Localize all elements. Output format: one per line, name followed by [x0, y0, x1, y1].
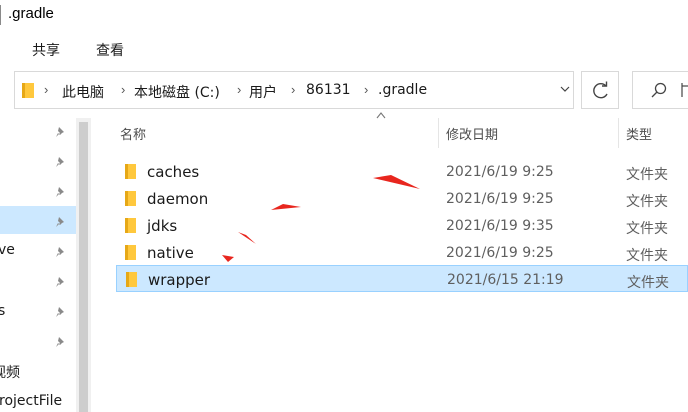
- pin-icon[interactable]: [55, 216, 67, 228]
- breadcrumb-separator[interactable]: ›: [121, 82, 125, 97]
- file-name[interactable]: caches: [147, 163, 199, 181]
- pin-icon[interactable]: [55, 186, 67, 198]
- tab-view[interactable]: 查看: [96, 40, 124, 60]
- folder-icon: [125, 218, 136, 233]
- nav-scrollbar[interactable]: [76, 118, 91, 412]
- file-modified: 2021/6/19 9:25: [446, 164, 554, 180]
- chevron-down-icon[interactable]: [560, 82, 570, 96]
- sort-ascending-icon: [376, 110, 386, 122]
- refresh-icon: [593, 81, 608, 99]
- navigation-pane: ve s 视频 rojectFile: [0, 118, 76, 412]
- breadcrumb-separator[interactable]: ›: [291, 82, 295, 97]
- file-type: 文件夹: [626, 221, 668, 237]
- breadcrumb-user[interactable]: 86131: [306, 82, 351, 98]
- address-bar[interactable]: › 此电脑 › 本地磁盘 (C:) › 用户 › 86131 › .gradle: [14, 71, 574, 109]
- nav-item[interactable]: ve: [0, 242, 15, 258]
- file-modified: 2021/6/19 9:25: [446, 191, 554, 207]
- pin-icon[interactable]: [55, 276, 67, 288]
- file-name[interactable]: daemon: [147, 190, 208, 208]
- tab-share[interactable]: 共享: [32, 40, 60, 60]
- folder-icon: [125, 245, 136, 260]
- file-row[interactable]: daemon 2021/6/19 9:25 文件夹: [116, 185, 688, 212]
- refresh-button[interactable]: [581, 71, 619, 109]
- file-name[interactable]: jdks: [147, 217, 177, 235]
- file-modified: 2021/6/15 21:19: [447, 272, 564, 288]
- breadcrumb-local-disk[interactable]: 本地磁盘 (C:): [134, 82, 220, 102]
- file-type: 文件夹: [626, 248, 668, 264]
- breadcrumb-users[interactable]: 用户: [249, 82, 277, 102]
- file-type: 文件夹: [627, 275, 669, 291]
- nav-item[interactable]: s: [0, 303, 5, 319]
- file-modified: 2021/6/19 9:35: [446, 218, 554, 234]
- pin-icon[interactable]: [55, 306, 67, 318]
- file-type: 文件夹: [626, 167, 668, 183]
- file-modified: 2021/6/19 9:25: [446, 245, 554, 261]
- breadcrumb-current[interactable]: .gradle: [378, 82, 427, 98]
- file-type: 文件夹: [626, 194, 668, 210]
- pin-icon[interactable]: [55, 126, 67, 138]
- pin-icon[interactable]: [55, 336, 67, 348]
- column-type[interactable]: 类型: [626, 124, 652, 143]
- ribbon: 共享 查看: [0, 34, 688, 64]
- file-row[interactable]: caches 2021/6/19 9:25 文件夹: [116, 158, 688, 185]
- column-modified[interactable]: 修改日期: [446, 124, 498, 143]
- title-separator: [0, 5, 1, 25]
- file-row-selected[interactable]: wrapper 2021/6/15 21:19 文件夹: [116, 265, 688, 292]
- breadcrumb-separator[interactable]: ›: [364, 82, 368, 97]
- file-name[interactable]: native: [147, 244, 194, 262]
- breadcrumb-separator[interactable]: ›: [237, 82, 241, 97]
- folder-icon: [22, 83, 34, 98]
- pin-icon[interactable]: [55, 246, 67, 258]
- search-icon: [651, 82, 667, 98]
- folder-icon: [125, 191, 136, 206]
- column-divider[interactable]: [618, 118, 619, 148]
- nav-scrollbar-thumb[interactable]: [79, 122, 88, 412]
- file-name[interactable]: wrapper: [148, 271, 210, 289]
- nav-item[interactable]: rojectFile: [0, 393, 62, 409]
- breadcrumb-separator: ›: [44, 82, 49, 97]
- search-box[interactable]: [632, 71, 688, 109]
- column-header: 名称 修改日期 类型: [108, 112, 688, 148]
- folder-icon: [126, 272, 137, 287]
- nav-item-videos[interactable]: 视频: [0, 362, 20, 382]
- window-title: .gradle: [8, 5, 54, 22]
- file-row[interactable]: jdks 2021/6/19 9:35 文件夹: [116, 212, 688, 239]
- title-bar: .gradle: [0, 0, 688, 32]
- column-divider[interactable]: [438, 118, 439, 148]
- folder-icon: [125, 164, 136, 179]
- search-placeholder-fragment: [681, 83, 688, 97]
- pin-icon[interactable]: [55, 156, 67, 168]
- breadcrumb-this-pc[interactable]: 此电脑: [62, 82, 104, 102]
- file-row[interactable]: native 2021/6/19 9:25 文件夹: [116, 239, 688, 266]
- column-name[interactable]: 名称: [120, 124, 146, 143]
